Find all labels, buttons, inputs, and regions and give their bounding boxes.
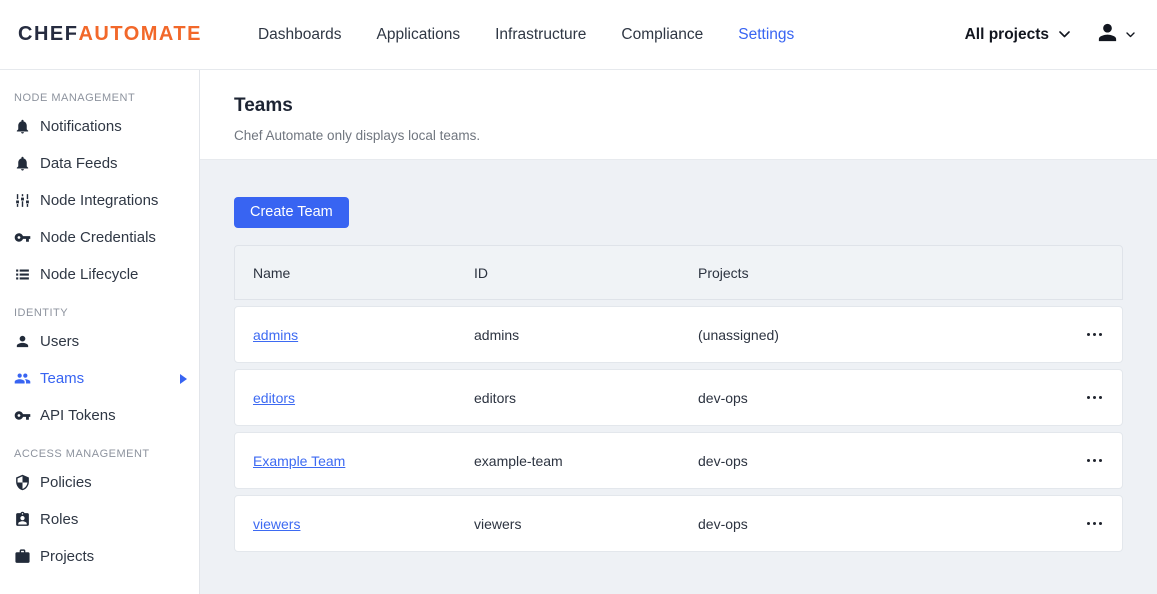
sidebar-item-policies[interactable]: Policies xyxy=(0,464,199,501)
briefcase-icon xyxy=(14,548,31,565)
sidebar-item-users[interactable]: Users xyxy=(0,323,199,360)
row-actions-menu-icon[interactable] xyxy=(1085,390,1104,405)
topbar-right: All projects xyxy=(965,21,1135,49)
team-projects-cell: dev-ops xyxy=(698,452,748,469)
sidebar-group-identity: IDENTITY Users Teams API Tokens xyxy=(0,307,199,434)
teams-table: Name ID Projects admins admins (unassign… xyxy=(234,245,1123,552)
top-navigation-bar: CHEF AUTOMATE Dashboards Applications In… xyxy=(0,0,1157,70)
expand-caret-icon[interactable] xyxy=(180,373,187,384)
sidebar-item-label: Users xyxy=(40,333,80,350)
sidebar-group-label: NODE MANAGEMENT xyxy=(14,92,136,104)
main-content: Teams Chef Automate only displays local … xyxy=(200,70,1157,594)
bell-icon xyxy=(14,118,31,135)
shield-icon xyxy=(14,474,31,491)
column-header-id: ID xyxy=(474,264,488,281)
chevron-down-icon xyxy=(1126,31,1135,38)
sidebar-item-notifications[interactable]: Notifications xyxy=(0,108,199,145)
sidebar-item-label: Data Feeds xyxy=(40,155,118,172)
projects-filter-label: All projects xyxy=(964,25,1049,43)
team-projects-cell: dev-ops xyxy=(698,515,748,532)
settings-sidebar: NODE MANAGEMENT Notifications Data Feeds xyxy=(0,70,200,594)
sidebar-item-projects[interactable]: Projects xyxy=(0,538,199,575)
key-icon xyxy=(14,229,31,246)
sidebar-item-label: Roles xyxy=(40,511,79,528)
column-header-name: Name xyxy=(253,264,291,281)
team-id-cell: editors xyxy=(474,389,517,406)
list-icon xyxy=(14,266,31,283)
table-header-row: Name ID Projects xyxy=(234,245,1123,300)
bell-icon xyxy=(14,155,31,172)
sidebar-item-node-credentials[interactable]: Node Credentials xyxy=(0,219,199,256)
chef-automate-app: CHEF AUTOMATE Dashboards Applications In… xyxy=(0,0,1157,594)
chevron-down-icon xyxy=(1059,31,1070,38)
sidebar-item-label: Teams xyxy=(40,370,85,387)
sidebar-item-label: Node Credentials xyxy=(40,229,156,246)
create-team-button[interactable]: Create Team xyxy=(234,197,349,228)
nav-settings[interactable]: Settings xyxy=(738,26,794,44)
sidebar-item-node-lifecycle[interactable]: Node Lifecycle xyxy=(0,256,199,293)
team-id-cell: admins xyxy=(474,326,520,343)
app-body: NODE MANAGEMENT Notifications Data Feeds xyxy=(0,70,1157,594)
sidebar-item-teams[interactable]: Teams xyxy=(0,360,199,397)
table-row: Example Team example-team dev-ops xyxy=(234,432,1123,489)
projects-filter-dropdown[interactable]: All projects xyxy=(965,26,1070,44)
person-icon xyxy=(14,333,31,350)
table-row: viewers viewers dev-ops xyxy=(234,495,1123,552)
team-id-cell: example-team xyxy=(474,452,563,469)
user-avatar-icon xyxy=(1096,21,1119,49)
nav-compliance[interactable]: Compliance xyxy=(621,26,703,44)
group-icon xyxy=(14,370,31,387)
team-name-link[interactable]: admins xyxy=(253,327,298,343)
nav-infrastructure[interactable]: Infrastructure xyxy=(495,26,586,44)
sidebar-item-label: Node Integrations xyxy=(40,192,159,209)
logo-chef-text: CHEF xyxy=(18,23,79,45)
sidebar-group-label: ACCESS MANAGEMENT xyxy=(14,448,150,460)
page-title: Teams xyxy=(234,95,293,116)
sidebar-group-access-management: ACCESS MANAGEMENT Policies Roles Project… xyxy=(0,448,199,575)
main-nav: Dashboards Applications Infrastructure C… xyxy=(258,26,794,44)
nav-applications[interactable]: Applications xyxy=(377,26,461,44)
team-name-link[interactable]: editors xyxy=(253,390,295,406)
chef-automate-logo[interactable]: CHEF AUTOMATE xyxy=(18,23,202,46)
sidebar-item-label: Notifications xyxy=(40,118,122,135)
sidebar-item-label: Projects xyxy=(40,548,95,565)
sidebar-group-node-management: NODE MANAGEMENT Notifications Data Feeds xyxy=(0,92,199,293)
sidebar-item-label: Node Lifecycle xyxy=(40,266,139,283)
sliders-icon xyxy=(14,192,31,209)
user-menu[interactable] xyxy=(1096,21,1135,49)
team-projects-cell: dev-ops xyxy=(698,389,748,406)
column-header-projects: Projects xyxy=(698,264,749,281)
sidebar-item-label: API Tokens xyxy=(40,407,116,424)
sidebar-item-api-tokens[interactable]: API Tokens xyxy=(0,397,199,434)
table-row: admins admins (unassigned) xyxy=(234,306,1123,363)
sidebar-item-node-integrations[interactable]: Node Integrations xyxy=(0,182,199,219)
table-row: editors editors dev-ops xyxy=(234,369,1123,426)
team-name-link[interactable]: Example Team xyxy=(253,453,345,469)
nav-dashboards[interactable]: Dashboards xyxy=(258,26,342,44)
badge-icon xyxy=(14,511,31,528)
teams-content: Create Team Name ID Projects admins admi… xyxy=(200,160,1157,594)
sidebar-group-label: IDENTITY xyxy=(14,307,69,319)
sidebar-item-roles[interactable]: Roles xyxy=(0,501,199,538)
sidebar-item-label: Policies xyxy=(40,474,92,491)
row-actions-menu-icon[interactable] xyxy=(1085,516,1104,531)
team-id-cell: viewers xyxy=(474,515,522,532)
logo-automate-text: AUTOMATE xyxy=(78,23,202,45)
sidebar-item-data-feeds[interactable]: Data Feeds xyxy=(0,145,199,182)
page-subtitle: Chef Automate only displays local teams. xyxy=(234,128,481,143)
team-projects-cell: (unassigned) xyxy=(698,326,779,343)
page-header: Teams Chef Automate only displays local … xyxy=(200,70,1157,160)
row-actions-menu-icon[interactable] xyxy=(1085,453,1104,468)
team-name-link[interactable]: viewers xyxy=(253,516,300,532)
key-icon xyxy=(14,407,31,424)
row-actions-menu-icon[interactable] xyxy=(1085,327,1104,342)
